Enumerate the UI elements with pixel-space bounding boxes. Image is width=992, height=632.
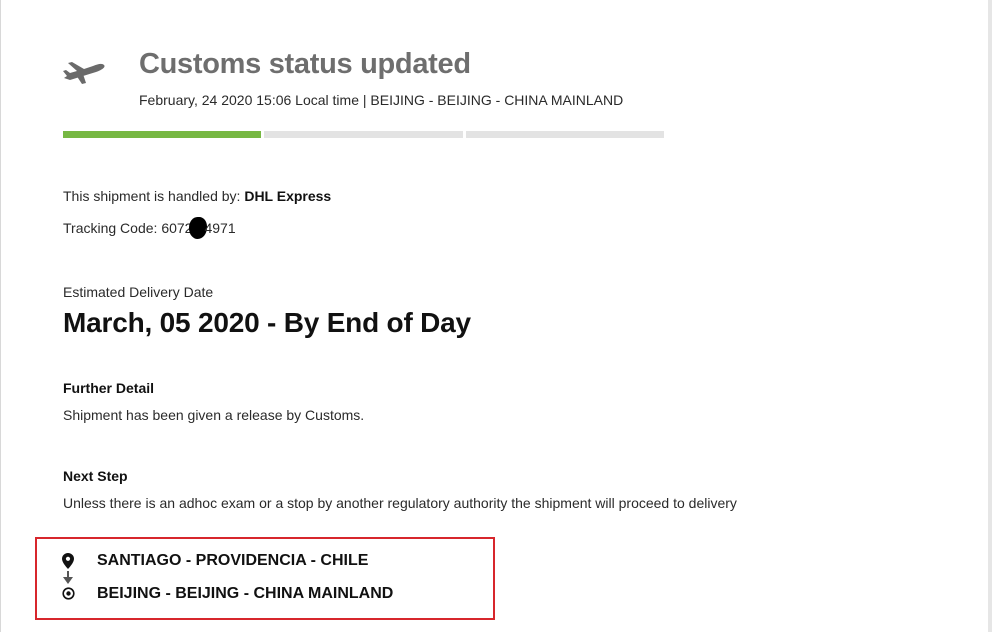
page-border-left (0, 0, 1, 632)
carrier-name: DHL Express (244, 188, 332, 204)
tracking-code-row: Tracking Code: 6072 4971 (63, 217, 236, 239)
handled-by-label: This shipment is handled by: (63, 188, 245, 204)
tracking-code-prefix: 6072 (161, 220, 193, 236)
airplane-icon (63, 62, 105, 84)
route-highlight-box (35, 537, 495, 620)
next-step-heading: Next Step (63, 468, 128, 484)
route-origin: SANTIAGO - PROVIDENCIA - CHILE (97, 552, 369, 569)
progress-segment-pending (264, 131, 463, 138)
shipment-progress-bar (63, 131, 664, 138)
page-border-right (988, 0, 992, 632)
map-pin-icon (62, 553, 74, 569)
status-timestamp-location: February, 24 2020 15:06 Local time | BEI… (139, 92, 624, 108)
further-detail-text: Shipment has been given a release by Cus… (63, 407, 365, 423)
target-icon (62, 587, 75, 600)
status-title: Customs status updated (139, 48, 471, 80)
tracking-code-suffix: 4971 (204, 220, 236, 236)
progress-segment-pending (465, 131, 664, 138)
handled-by-row: This shipment is handled by: DHL Express (63, 188, 331, 204)
eta-label: Estimated Delivery Date (63, 284, 214, 300)
next-step-text: Unless there is an adhoc exam or a stop … (63, 495, 737, 511)
further-detail-heading: Further Detail (63, 380, 155, 396)
tracking-code-label: Tracking Code: (63, 220, 162, 236)
progress-segment-complete (63, 131, 262, 138)
arrow-down-icon (63, 571, 73, 584)
route-destination: BEIJING - BEIJING - CHINA MAINLAND (97, 585, 394, 602)
eta-date: March, 05 2020 - By End of Day (63, 307, 471, 338)
